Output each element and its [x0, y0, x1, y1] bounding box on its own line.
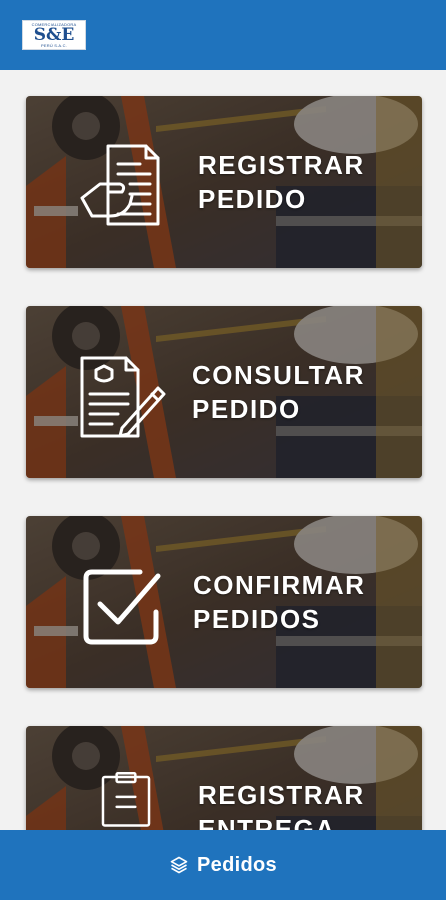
registrar-pedido-card[interactable]: REGISTRAR PEDIDO [26, 96, 422, 268]
card-label: REGISTRAR PEDIDO [198, 150, 365, 214]
bottom-nav-bar[interactable]: Pedidos [0, 830, 446, 900]
document-pen-icon [80, 356, 166, 438]
document-hand-icon [80, 144, 160, 226]
registrar-entrega-card[interactable]: REGISTRAR ENTREGA [26, 726, 422, 830]
confirmar-pedidos-card[interactable]: CONFIRMAR PEDIDOS [26, 516, 422, 688]
menu-content: REGISTRAR PEDIDO CONSULTAR PEDIDO CONFIR… [0, 70, 446, 830]
app-bar: COMERCIALIZADORA S&E PERÚ S.A.C. [0, 0, 446, 70]
card-label: REGISTRAR ENTREGA [198, 780, 365, 830]
checkbox-check-icon [83, 569, 161, 645]
logo-text-bottom: PERÚ S.A.C. [41, 43, 67, 48]
layers-icon [170, 856, 188, 874]
card-label: CONFIRMAR PEDIDOS [193, 570, 366, 634]
clipboard-icon [101, 772, 151, 827]
bottom-nav-label: Pedidos [197, 853, 277, 876]
card-label: CONSULTAR PEDIDO [192, 360, 365, 424]
company-logo: COMERCIALIZADORA S&E PERÚ S.A.C. [22, 20, 86, 50]
consultar-pedido-card[interactable]: CONSULTAR PEDIDO [26, 306, 422, 478]
